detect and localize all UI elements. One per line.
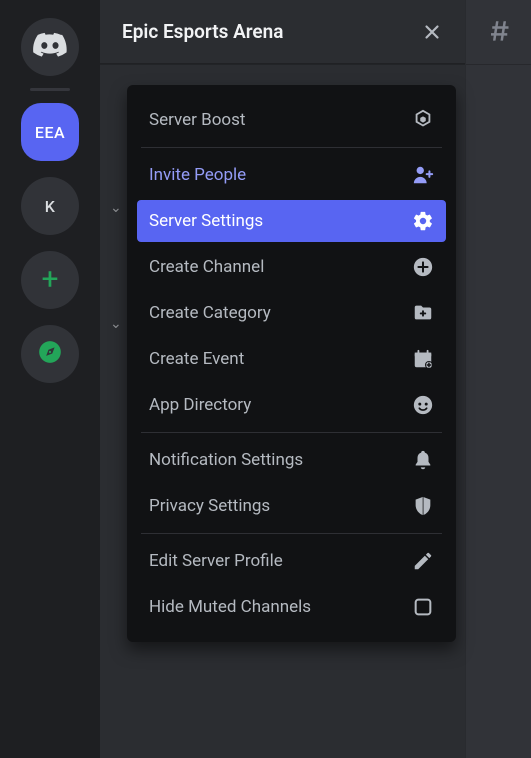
folder-icon — [412, 302, 434, 324]
menu-item-checkbox[interactable]: Hide Muted Channels — [137, 586, 446, 628]
server-title: Epic Esports Arena — [122, 20, 283, 43]
menu-item-bot[interactable]: App Directory — [137, 384, 446, 426]
server-dropdown-menu: Server Boost Invite People Server Settings… — [127, 85, 456, 642]
checkbox-icon — [412, 596, 434, 618]
boost-icon — [412, 109, 434, 131]
menu-item-gear[interactable]: Server Settings — [137, 200, 446, 242]
explore-servers-button[interactable] — [21, 325, 79, 383]
server-header-button[interactable]: Epic Esports Arena — [100, 0, 465, 64]
menu-item-label: Create Category — [149, 303, 271, 323]
gear-icon — [412, 210, 434, 232]
chevron-down-icon: ⌄ — [110, 316, 122, 332]
menu-item-pencil[interactable]: Edit Server Profile — [137, 540, 446, 582]
main-column — [465, 0, 531, 758]
menu-item-invite[interactable]: Invite People — [137, 154, 446, 196]
menu-item-label: Server Settings — [149, 211, 263, 231]
menu-item-calendar[interactable]: Create Event — [137, 338, 446, 380]
rail-separator — [30, 88, 70, 91]
server-icon-selected[interactable]: EEA — [21, 103, 79, 161]
plus-icon: + — [41, 265, 58, 295]
menu-separator — [141, 147, 442, 148]
menu-item-label: Hide Muted Channels — [149, 597, 311, 617]
menu-item-bell[interactable]: Notification Settings — [137, 439, 446, 481]
menu-item-label: Edit Server Profile — [149, 551, 283, 571]
close-icon — [421, 21, 443, 43]
server-icon-label: K — [45, 197, 56, 216]
server-icon-label: EEA — [35, 123, 65, 142]
bell-icon — [412, 449, 434, 471]
shield-icon — [412, 495, 434, 517]
chevron-down-icon: ⌄ — [110, 200, 122, 216]
menu-item-label: Server Boost — [149, 110, 245, 130]
compass-icon — [37, 339, 63, 369]
hash-icon — [486, 15, 516, 49]
add-server-button[interactable]: + — [21, 251, 79, 309]
menu-item-label: Create Channel — [149, 257, 264, 277]
pencil-icon — [412, 550, 434, 572]
calendar-icon — [412, 348, 434, 370]
menu-item-label: Invite People — [149, 165, 246, 185]
menu-separator — [141, 432, 442, 433]
discord-logo-icon — [33, 28, 67, 66]
server-rail: EEA K + — [0, 0, 100, 758]
menu-item-plus[interactable]: Create Channel — [137, 246, 446, 288]
bot-icon — [412, 394, 434, 416]
menu-separator — [141, 533, 442, 534]
invite-icon — [412, 164, 434, 186]
menu-item-boost[interactable]: Server Boost — [137, 99, 446, 141]
menu-item-label: Privacy Settings — [149, 496, 270, 516]
server-icon[interactable]: K — [21, 177, 79, 235]
menu-item-label: Create Event — [149, 349, 244, 369]
menu-item-shield[interactable]: Privacy Settings — [137, 485, 446, 527]
discord-home-button[interactable] — [21, 18, 79, 76]
menu-item-label: App Directory — [149, 395, 251, 415]
menu-item-label: Notification Settings — [149, 450, 303, 470]
plus-icon — [412, 256, 434, 278]
main-header — [466, 0, 531, 64]
menu-item-folder[interactable]: Create Category — [137, 292, 446, 334]
